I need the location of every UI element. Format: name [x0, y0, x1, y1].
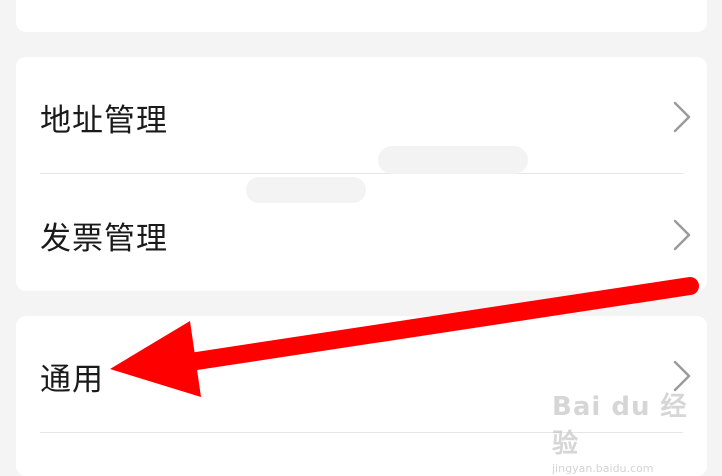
settings-item-invoice-label: 发票管理: [40, 220, 168, 257]
watermark-sub: jingyan.baidu.com: [552, 462, 654, 475]
chevron-right-icon: [673, 219, 691, 251]
settings-item-address-label: 地址管理: [40, 102, 168, 139]
settings-card-top: [16, 0, 707, 32]
divider: [40, 173, 683, 174]
blur-patch: [378, 146, 528, 174]
watermark-main: Bai du 经验: [552, 392, 688, 459]
chevron-right-icon: [673, 101, 691, 133]
settings-card-account: 地址管理 发票管理: [16, 57, 707, 291]
baidu-jingyan-watermark: Bai du 经验 jingyan.baidu.com: [552, 386, 712, 475]
blur-patch: [246, 177, 366, 203]
settings-item-address[interactable]: 地址管理: [16, 59, 707, 175]
settings-item-general-label: 通用: [40, 361, 104, 398]
